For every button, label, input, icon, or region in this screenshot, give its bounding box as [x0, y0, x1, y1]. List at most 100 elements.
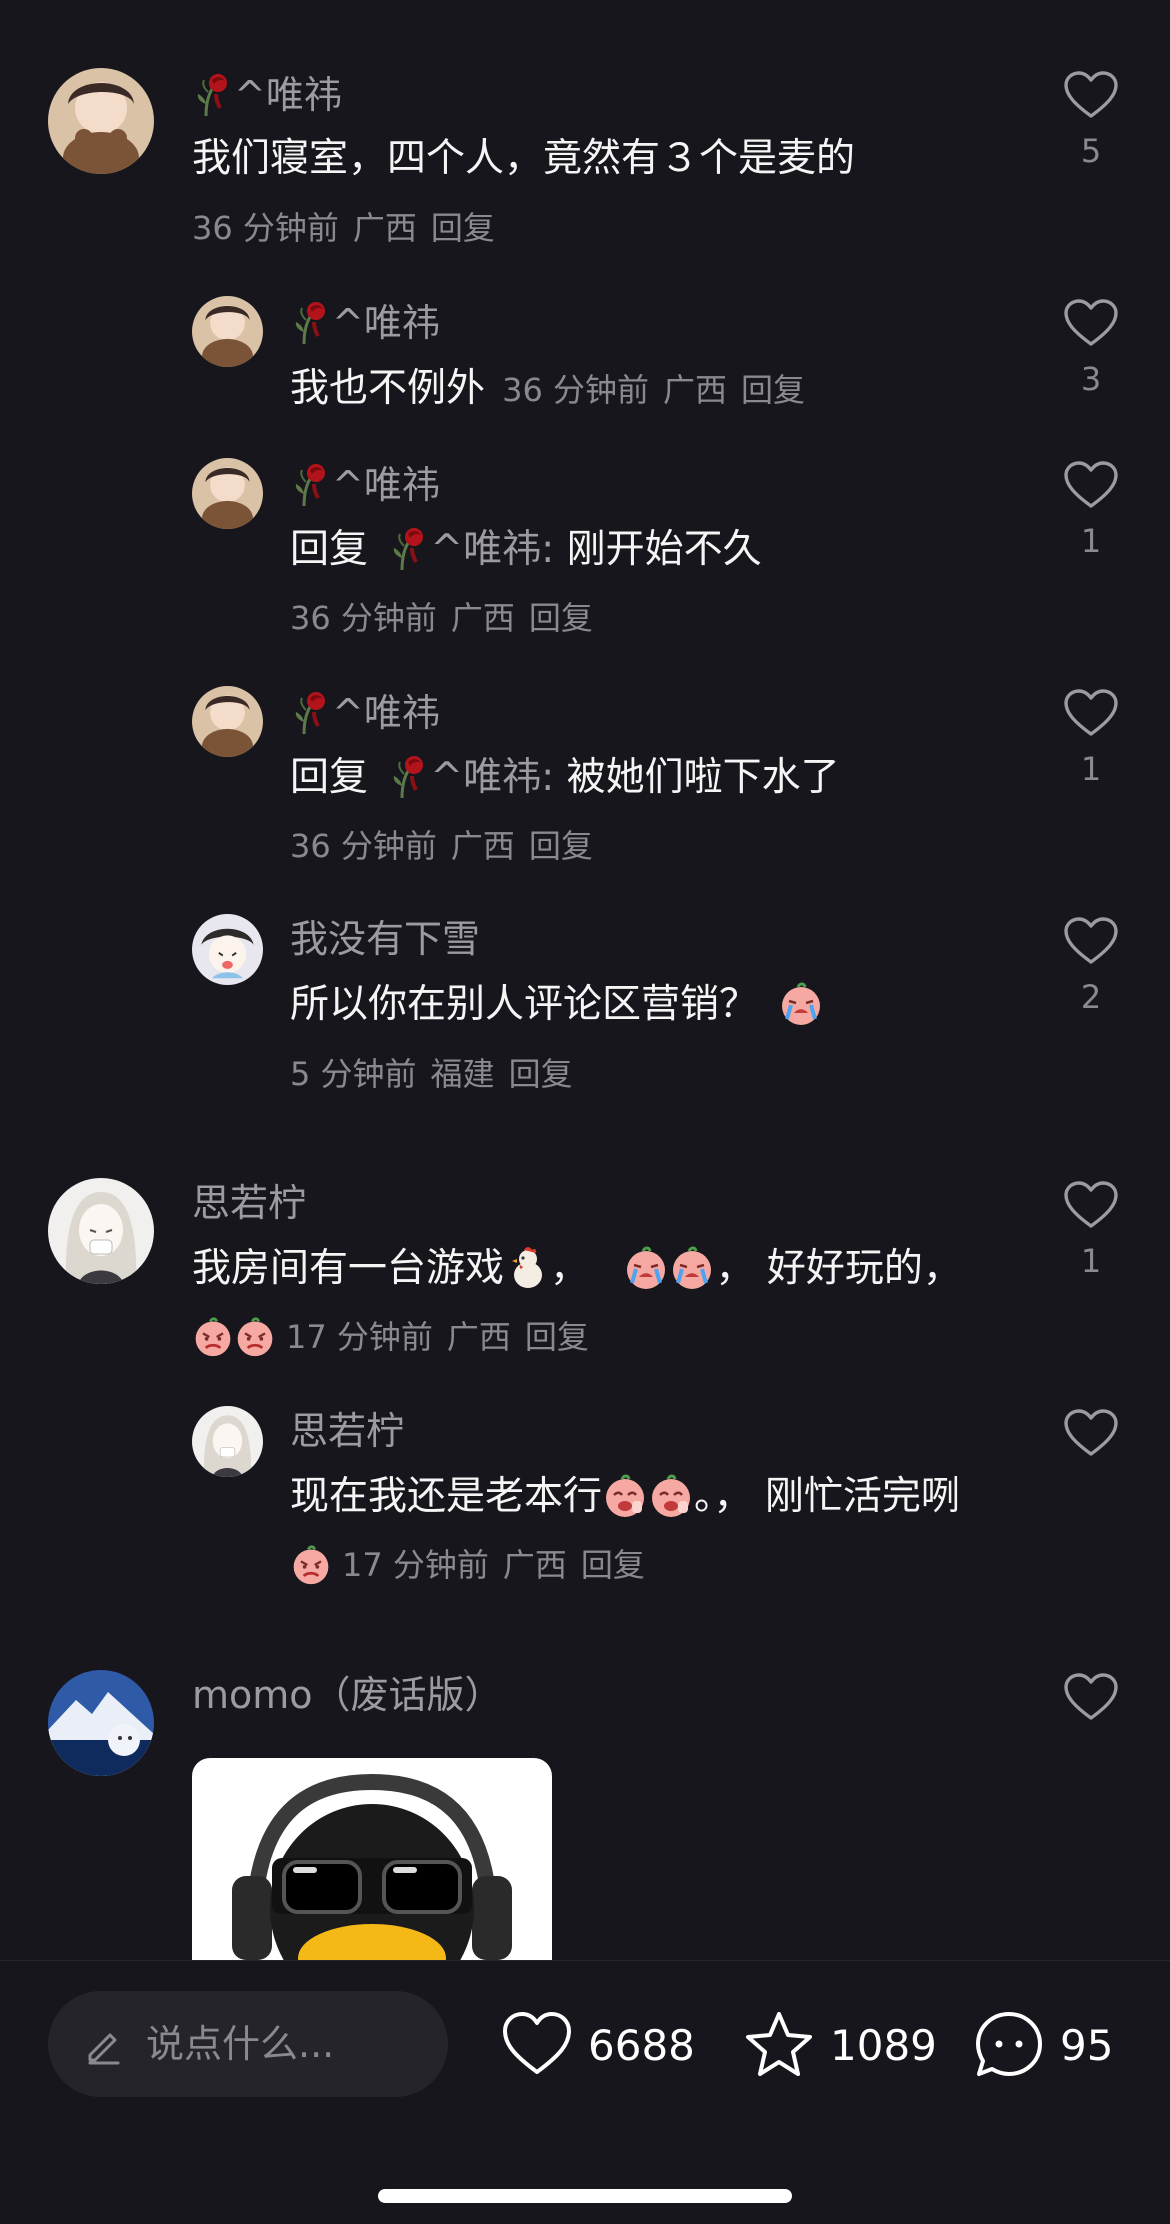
- region: 福建: [430, 1055, 495, 1093]
- chicken-emoji-icon: [504, 1245, 550, 1291]
- comment-total: 95: [1060, 2020, 1114, 2070]
- reply-body: 所以你在别人评论区营销？: [290, 982, 759, 1027]
- like-button[interactable]: [1062, 1672, 1120, 1722]
- heart-outline-icon: [1063, 688, 1119, 738]
- shy-emoji-icon: [602, 1473, 648, 1519]
- timestamp: 5 分钟前: [290, 1055, 417, 1093]
- grumpy-emoji-icon: [234, 1316, 276, 1358]
- like-button[interactable]: 2: [1062, 916, 1120, 1016]
- reply-body: 刚开始不久: [566, 527, 762, 572]
- chat-bubble-icon: [976, 2012, 1042, 2076]
- username[interactable]: 思若柠: [290, 1408, 404, 1454]
- home-indicator[interactable]: [378, 2189, 792, 2203]
- like-count: 1: [1080, 750, 1102, 788]
- crying-emoji-icon: [778, 981, 824, 1027]
- username[interactable]: ^唯祎: [192, 70, 342, 118]
- like-stat-button[interactable]: 6688: [500, 2007, 695, 2083]
- timestamp: 36 分钟前: [192, 209, 339, 247]
- favorite-total: 1089: [830, 2020, 937, 2070]
- reply-body: 被她们啦下水了: [566, 755, 840, 800]
- crying-emoji-icon: [669, 1245, 715, 1291]
- bottom-action-bar: 说点什么... 6688 1089 95: [0, 1960, 1170, 2224]
- comment-text: 所以你在别人评论区营销？: [290, 980, 824, 1030]
- comment-text: 我们寝室，四个人，竟然有３个是麦的: [192, 136, 856, 181]
- rose-icon: [290, 688, 330, 736]
- region: 广西: [663, 371, 728, 409]
- like-count: 3: [1080, 360, 1102, 398]
- timestamp: 36 分钟前: [502, 371, 650, 409]
- favorite-stat-button[interactable]: 1089: [742, 2007, 937, 2083]
- shy-emoji-icon: [648, 1473, 694, 1519]
- grumpy-emoji-icon: [290, 1544, 332, 1586]
- comment-meta: 36 分钟前 广西 回复: [290, 826, 593, 866]
- like-count: 5: [1080, 132, 1102, 170]
- timestamp: 36 分钟前: [290, 827, 437, 865]
- comment-input[interactable]: 说点什么...: [48, 1991, 448, 2097]
- avatar[interactable]: [192, 1406, 263, 1477]
- avatar[interactable]: [48, 68, 154, 174]
- heart-outline-icon: [1063, 460, 1119, 510]
- like-button[interactable]: 1: [1062, 460, 1120, 560]
- comment-text: 现在我还是老本行。， 刚忙活完咧: [290, 1473, 960, 1519]
- sticker-image[interactable]: [192, 1758, 552, 1960]
- region: 广西: [450, 599, 515, 637]
- timestamp: 17 分钟前: [342, 1546, 489, 1584]
- grumpy-emoji-icon: [192, 1316, 234, 1358]
- reply-target[interactable]: ^唯祎:: [388, 755, 554, 800]
- input-placeholder: 说点什么...: [146, 2022, 335, 2066]
- comment-stat-button[interactable]: 95: [972, 2007, 1113, 2083]
- username[interactable]: ^唯祎: [290, 460, 440, 508]
- username[interactable]: 我没有下雪: [290, 916, 480, 962]
- avatar[interactable]: [48, 1178, 154, 1284]
- comment-meta: 36 分钟前 广西 回复: [290, 598, 593, 638]
- like-count: 2: [1080, 978, 1102, 1016]
- comment-text: 我也不例外: [290, 366, 486, 411]
- reply-button[interactable]: 回复: [525, 1318, 589, 1356]
- like-button[interactable]: 3: [1062, 298, 1120, 398]
- like-button[interactable]: 1: [1062, 688, 1120, 788]
- reply-button[interactable]: 回复: [529, 827, 593, 865]
- avatar[interactable]: [192, 296, 263, 367]
- like-count: 1: [1080, 522, 1102, 560]
- like-button[interactable]: 5: [1062, 70, 1120, 170]
- reply-prefix: 回复: [290, 527, 369, 572]
- reply-button[interactable]: 回复: [529, 599, 593, 637]
- comment-text: 回复 ^唯祎: 被她们啦下水了: [290, 752, 840, 803]
- like-count: 1: [1080, 1242, 1102, 1280]
- comment-meta: 17 分钟前 广西 回复: [192, 1314, 589, 1360]
- username[interactable]: 思若柠: [192, 1180, 306, 1226]
- username[interactable]: momo（废话版）: [192, 1672, 503, 1718]
- comment-text: 回复 ^唯祎: 刚开始不久: [290, 524, 762, 575]
- reply-button[interactable]: 回复: [431, 209, 495, 247]
- timestamp: 36 分钟前: [290, 599, 437, 637]
- like-button[interactable]: 1: [1062, 1180, 1120, 1280]
- reply-prefix: 回复: [290, 755, 369, 800]
- comment-meta: 5 分钟前 福建 回复: [290, 1054, 573, 1094]
- avatar[interactable]: [192, 458, 263, 529]
- rose-icon: [192, 70, 232, 118]
- rose-icon: [388, 524, 428, 572]
- region: 广西: [446, 1318, 511, 1356]
- username[interactable]: ^唯祎: [290, 688, 440, 736]
- rose-icon: [388, 752, 428, 800]
- comment-meta: 17 分钟前 广西 回复: [290, 1542, 645, 1588]
- rose-icon: [290, 298, 330, 346]
- heart-outline-icon: [1063, 1408, 1119, 1458]
- timestamp: 17 分钟前: [286, 1318, 433, 1356]
- reply-button[interactable]: 回复: [581, 1546, 645, 1584]
- reply-button[interactable]: 回复: [741, 371, 805, 409]
- star-outline-icon: [746, 2012, 812, 2076]
- region: 广西: [502, 1546, 567, 1584]
- reply-button[interactable]: 回复: [509, 1055, 573, 1093]
- heart-outline-icon: [1063, 1180, 1119, 1230]
- heart-outline-icon: [1063, 70, 1119, 120]
- like-total: 6688: [588, 2020, 695, 2070]
- reply-target[interactable]: ^唯祎:: [388, 527, 554, 572]
- username[interactable]: ^唯祎: [290, 298, 440, 346]
- avatar[interactable]: [192, 686, 263, 757]
- avatar[interactable]: [192, 914, 263, 985]
- heart-outline-icon: [1063, 1672, 1119, 1722]
- comment-text: 我房间有一台游戏， ， 好好玩的，: [192, 1245, 962, 1291]
- like-button[interactable]: [1062, 1408, 1120, 1458]
- avatar[interactable]: [48, 1670, 154, 1776]
